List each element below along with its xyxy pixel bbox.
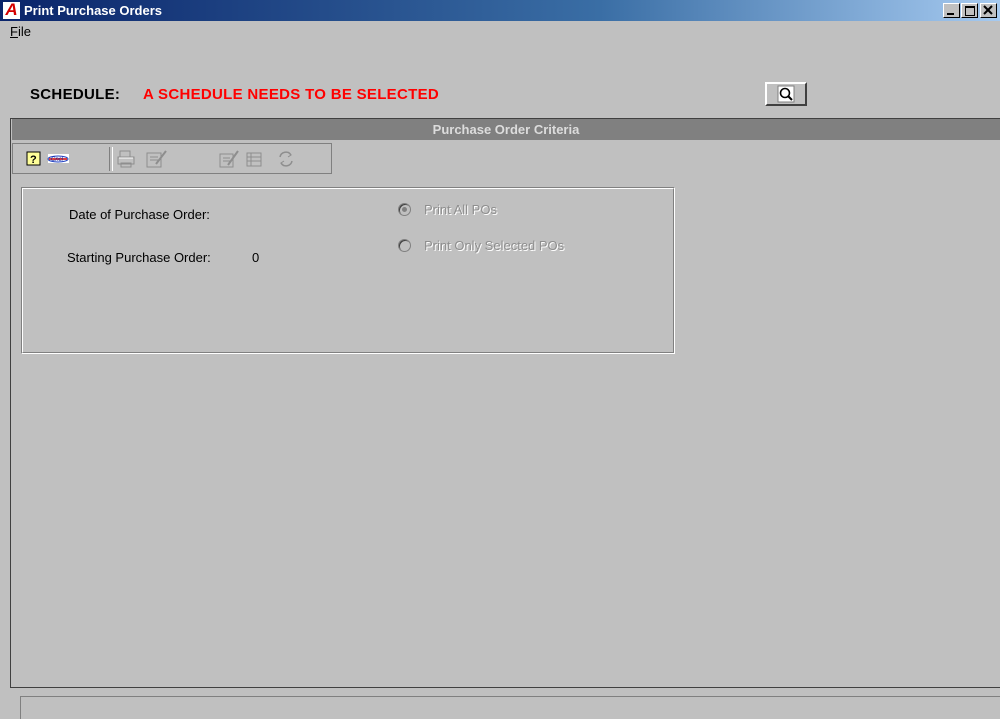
print-preview-button[interactable] [143, 148, 169, 170]
magnifier-icon [777, 85, 795, 103]
criteria-group-box: Date of Purchase Order: Starting Purchas… [21, 187, 675, 354]
refresh-icon [279, 151, 293, 167]
edit-button[interactable] [217, 148, 241, 170]
help-button[interactable]: ? [25, 148, 43, 170]
schedule-value: A SCHEDULE NEEDS TO BE SELECTED [143, 86, 440, 103]
cancel-logo-icon: Cncl [47, 154, 69, 163]
refresh-button[interactable] [275, 148, 297, 170]
svg-text:?: ? [30, 154, 37, 166]
help-icon: ? [26, 151, 41, 166]
svg-text:Cncl: Cncl [51, 157, 64, 163]
status-bar [20, 696, 1000, 719]
close-button[interactable] [980, 3, 997, 18]
criteria-panel-title: Purchase Order Criteria [12, 119, 1000, 140]
print-icon [117, 150, 135, 168]
starting-po-value: 0 [252, 250, 260, 265]
schedule-lookup-button[interactable] [765, 82, 807, 106]
delete-icon [246, 152, 262, 167]
menu-bar: File [0, 21, 1000, 41]
panel-bottom-border [10, 687, 1000, 688]
window-title: Print Purchase Orders [24, 3, 162, 18]
radio-print-all-label: Print All POs [424, 202, 497, 217]
toolbar-separator [109, 147, 113, 171]
print-preview-icon [146, 150, 167, 168]
delete-button[interactable] [243, 148, 267, 170]
date-of-po-label: Date of Purchase Order: [69, 207, 210, 222]
radio-print-selected-label: Print Only Selected POs [424, 238, 565, 253]
schedule-label: SCHEDULE: [30, 86, 121, 103]
minimize-icon [947, 13, 954, 15]
maximize-icon [965, 6, 975, 16]
radio-button-unchecked [398, 239, 411, 252]
maximize-button[interactable] [961, 3, 978, 18]
edit-icon [219, 150, 239, 168]
title-bar: A Print Purchase Orders [0, 0, 1000, 21]
cancel-logo-button[interactable]: Cncl [47, 148, 71, 170]
toolbar: ? Cncl [12, 143, 332, 174]
starting-po-label: Starting Purchase Order: [67, 250, 211, 265]
app-logo-icon: A [3, 0, 20, 19]
print-button[interactable] [115, 148, 137, 170]
radio-button-checked [398, 203, 411, 216]
minimize-button[interactable] [943, 3, 960, 18]
menu-file[interactable]: File [10, 24, 31, 39]
close-icon [983, 5, 993, 15]
